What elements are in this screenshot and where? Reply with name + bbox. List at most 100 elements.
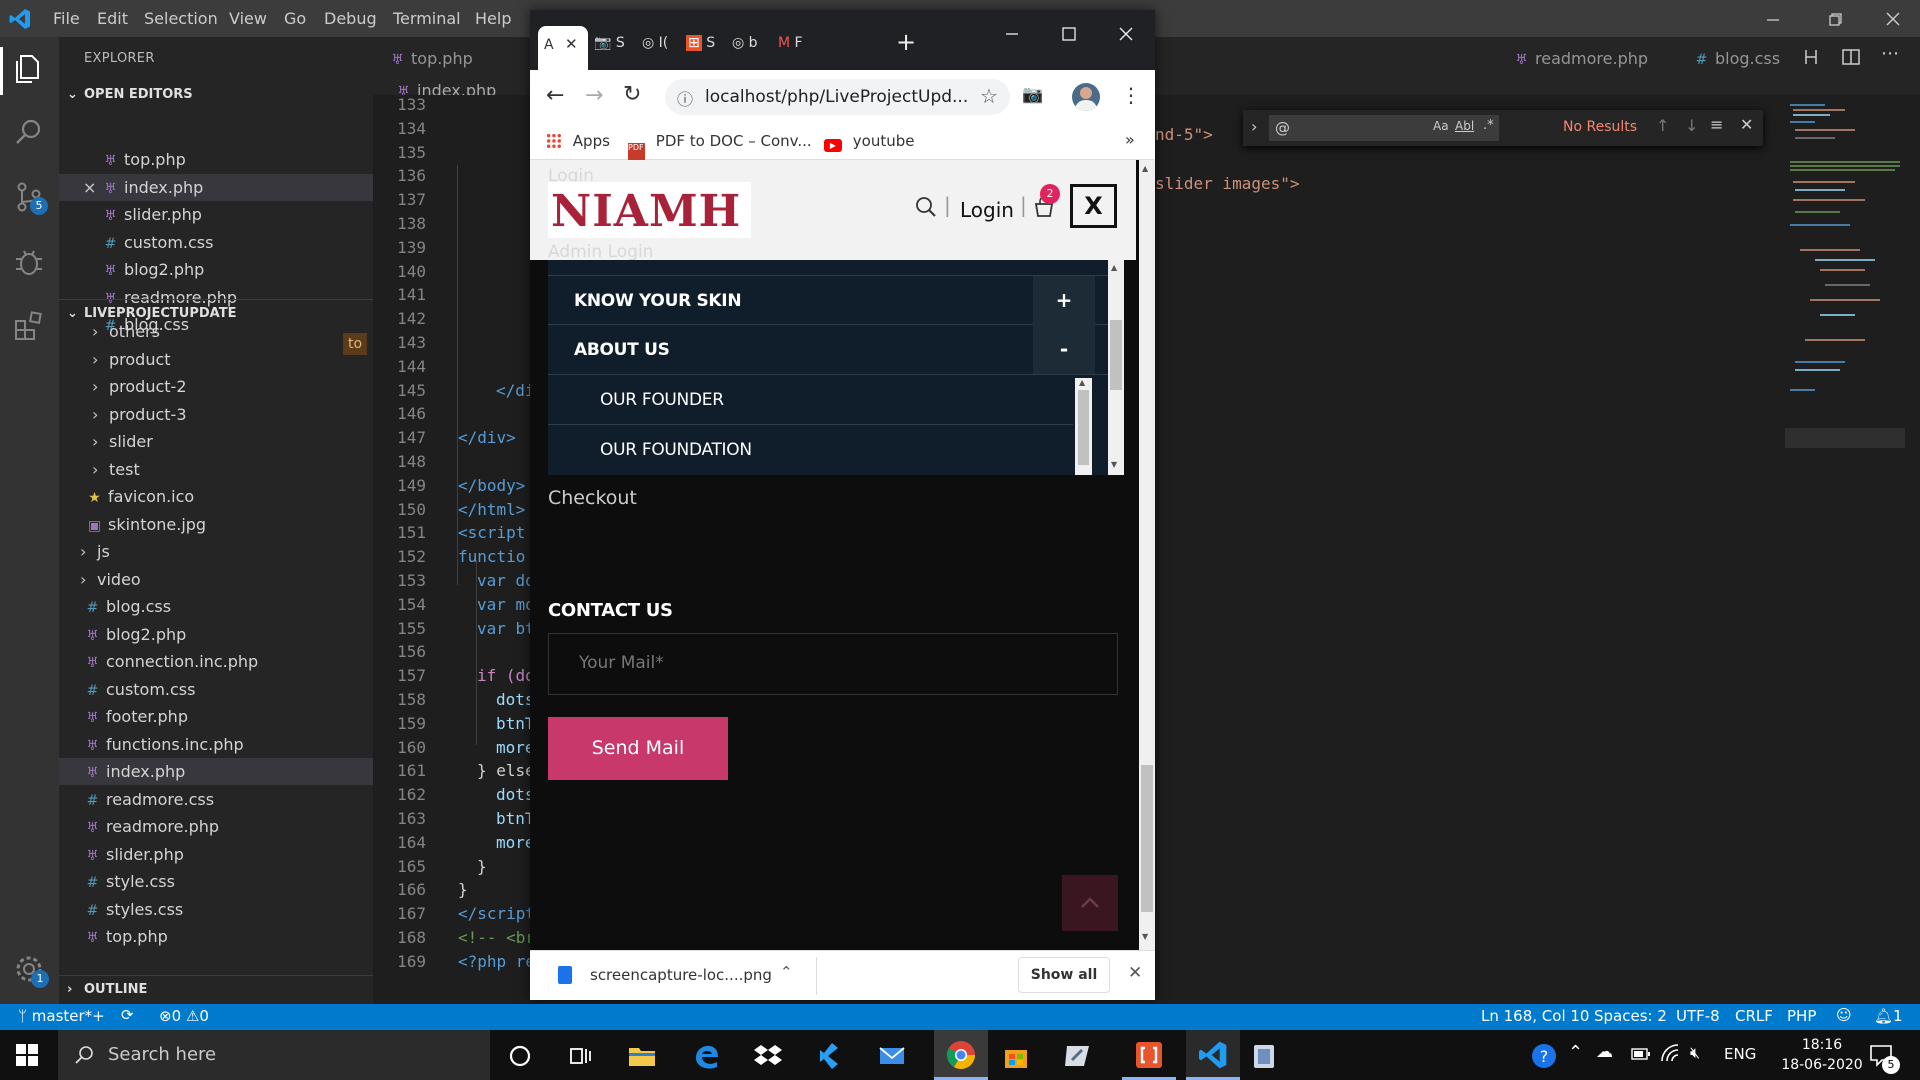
close-menu-button[interactable]: X [1070, 184, 1117, 228]
store-icon[interactable] [1000, 1040, 1032, 1072]
file-explorer-icon[interactable] [626, 1040, 658, 1072]
bookmark-pdf-to-doc[interactable]: PDF DOC PDF to DOC – Conv... [628, 132, 812, 161]
more-actions-icon[interactable]: ⋯ [1881, 43, 1899, 64]
menu-help[interactable]: Help [475, 9, 511, 28]
tree-file[interactable]: ♅ connection.inc.php [59, 648, 373, 675]
search-icon[interactable] [12, 115, 46, 149]
open-editor-item[interactable]: ♅ blog2.php [59, 256, 373, 283]
battery-icon[interactable] [1631, 1047, 1651, 1061]
outline-header[interactable]: › OUTLINE [59, 975, 373, 1002]
tree-folder[interactable]: › slider [59, 428, 373, 455]
open-editors-header[interactable]: ⌄ OPEN EDITORS [59, 81, 373, 108]
browser-close-icon[interactable] [1116, 24, 1136, 44]
expand-toggle[interactable]: + [1033, 276, 1095, 325]
tab-readmore-php[interactable]: ♅ readmore.php [1513, 37, 1648, 81]
site-logo[interactable]: NIAMH [548, 182, 751, 238]
brackets-taskbar-button[interactable] [1122, 1030, 1176, 1080]
tree-folder[interactable]: › product [59, 346, 373, 373]
debug-icon[interactable] [12, 245, 46, 279]
open-editor-item[interactable]: ♅ top.php [59, 146, 373, 173]
task-view-icon[interactable] [564, 1040, 596, 1072]
show-all-button[interactable]: Show all [1018, 957, 1110, 993]
new-tab-icon[interactable]: + [896, 28, 916, 56]
profile-avatar[interactable] [1072, 83, 1100, 111]
open-editor-item[interactable]: ♅ slider.php [59, 201, 373, 228]
tree-file[interactable]: # blog.css [59, 593, 373, 620]
address-bar[interactable]: ⓘ localhost/php/LiveProjectUpd... ☆ [665, 79, 1010, 115]
extensions-icon[interactable] [12, 309, 46, 343]
azure-data-studio-icon[interactable] [1062, 1040, 1094, 1072]
problems-indicator[interactable]: ⊗0 ⚠0 [159, 1007, 209, 1025]
browser-tab-5[interactable]: ◎ b [732, 35, 758, 51]
send-mail-button[interactable]: Send Mail [548, 717, 728, 780]
mail-icon[interactable] [876, 1040, 908, 1072]
compare-icon[interactable] [1801, 47, 1821, 67]
taskbar-search-box[interactable]: Search here [58, 1030, 490, 1080]
tree-file[interactable]: ♅ functions.inc.php [59, 731, 373, 758]
browser-tab-4[interactable]: ⊞ S [686, 35, 715, 51]
tree-folder[interactable]: › others [59, 318, 373, 345]
url-text[interactable]: localhost/php/LiveProjectUpd... [705, 87, 968, 107]
branch-indicator[interactable]: ᛘ master*+ [18, 1007, 105, 1025]
previous-match-icon[interactable]: ↑ [1656, 116, 1669, 135]
show-hidden-icons-chevron-icon[interactable]: ⌃ [1568, 1042, 1583, 1063]
minimize-icon[interactable] [1760, 6, 1786, 32]
chrome-taskbar-button[interactable] [934, 1030, 988, 1080]
checkout-link[interactable]: Checkout [548, 487, 637, 509]
submenu-our-founder[interactable]: OUR FOUNDER [548, 375, 1073, 425]
input-language[interactable]: ENG [1724, 1045, 1756, 1063]
vscode-taskbar-button[interactable] [1186, 1030, 1240, 1080]
close-editor-icon[interactable]: × [83, 174, 96, 201]
visual-studio-icon[interactable] [814, 1040, 846, 1072]
tree-folder[interactable]: › js [59, 538, 373, 565]
match-case-icon[interactable]: Aa [1433, 119, 1449, 133]
sync-icon[interactable]: ⟳ [121, 1006, 134, 1024]
find-expand-icon[interactable]: › [1251, 117, 1257, 136]
tree-file[interactable]: ♅ slider.php [59, 841, 373, 868]
help-icon[interactable]: ? [1530, 1042, 1558, 1070]
split-editor-icon[interactable] [1841, 47, 1861, 67]
tree-file[interactable]: ♅ footer.php [59, 703, 373, 730]
tree-file[interactable]: ♅ index.php [59, 758, 373, 785]
wifi-icon[interactable] [1660, 1043, 1682, 1065]
close-window-icon[interactable] [1880, 6, 1906, 32]
download-filename[interactable]: screencapture-loc....png [590, 966, 772, 984]
language-mode[interactable]: PHP [1787, 1007, 1816, 1025]
open-editor-item[interactable]: # custom.css [59, 229, 373, 256]
reload-icon[interactable]: ↻ [623, 82, 641, 107]
menu-edit[interactable]: Edit [97, 9, 128, 28]
cortana-icon[interactable] [504, 1040, 536, 1072]
page-scrollbar[interactable]: ▲ ▼ [1139, 160, 1155, 950]
indentation[interactable]: Spaces: 2 [1594, 1007, 1667, 1025]
tree-folder[interactable]: › video [59, 566, 373, 593]
explorer-icon[interactable] [12, 51, 46, 85]
tree-file[interactable]: ♅ top.php [59, 923, 373, 950]
line-ending[interactable]: CRLF [1735, 1007, 1773, 1025]
submenu-scrollbar[interactable]: ▲ [1075, 378, 1092, 475]
download-options-chevron-icon[interactable]: ⌃ [780, 963, 793, 981]
bookmark-apps[interactable]: Apps [546, 132, 610, 150]
restore-icon[interactable] [1822, 6, 1848, 32]
email-field[interactable]: Your Mail* [548, 633, 1118, 695]
menu-file[interactable]: File [53, 9, 80, 28]
info-icon[interactable]: ⓘ [677, 86, 693, 110]
edge-browser-icon[interactable] [690, 1040, 722, 1072]
browser-tab-3[interactable]: ◎ I( [642, 35, 668, 51]
site-login-link[interactable]: Login [960, 198, 1014, 222]
bookmark-youtube[interactable]: ▶ youtube [824, 132, 914, 152]
browser-tab-active[interactable]: A ✕ [538, 26, 588, 70]
menu-debug[interactable]: Debug [324, 9, 377, 28]
browser-tab-6[interactable]: M F [778, 35, 803, 51]
site-search-icon[interactable] [915, 196, 937, 218]
tree-file[interactable]: ♅ blog2.php [59, 621, 373, 648]
whole-word-icon[interactable]: Abl [1455, 119, 1474, 133]
clock[interactable]: 18:16 18-06-2020 [1772, 1035, 1872, 1075]
feedback-icon[interactable]: ☺ [1836, 1006, 1852, 1024]
open-editor-item[interactable]: × ♅ index.php [59, 173, 373, 201]
browser-minimize-icon[interactable] [1002, 24, 1022, 44]
tree-folder[interactable]: › product-3 [59, 401, 373, 428]
tree-folder[interactable]: › product-2 [59, 373, 373, 400]
menu-go[interactable]: Go [284, 9, 306, 28]
minimap[interactable] [1785, 100, 1905, 450]
notifications[interactable]: 🔔︎1 [1874, 1007, 1903, 1025]
